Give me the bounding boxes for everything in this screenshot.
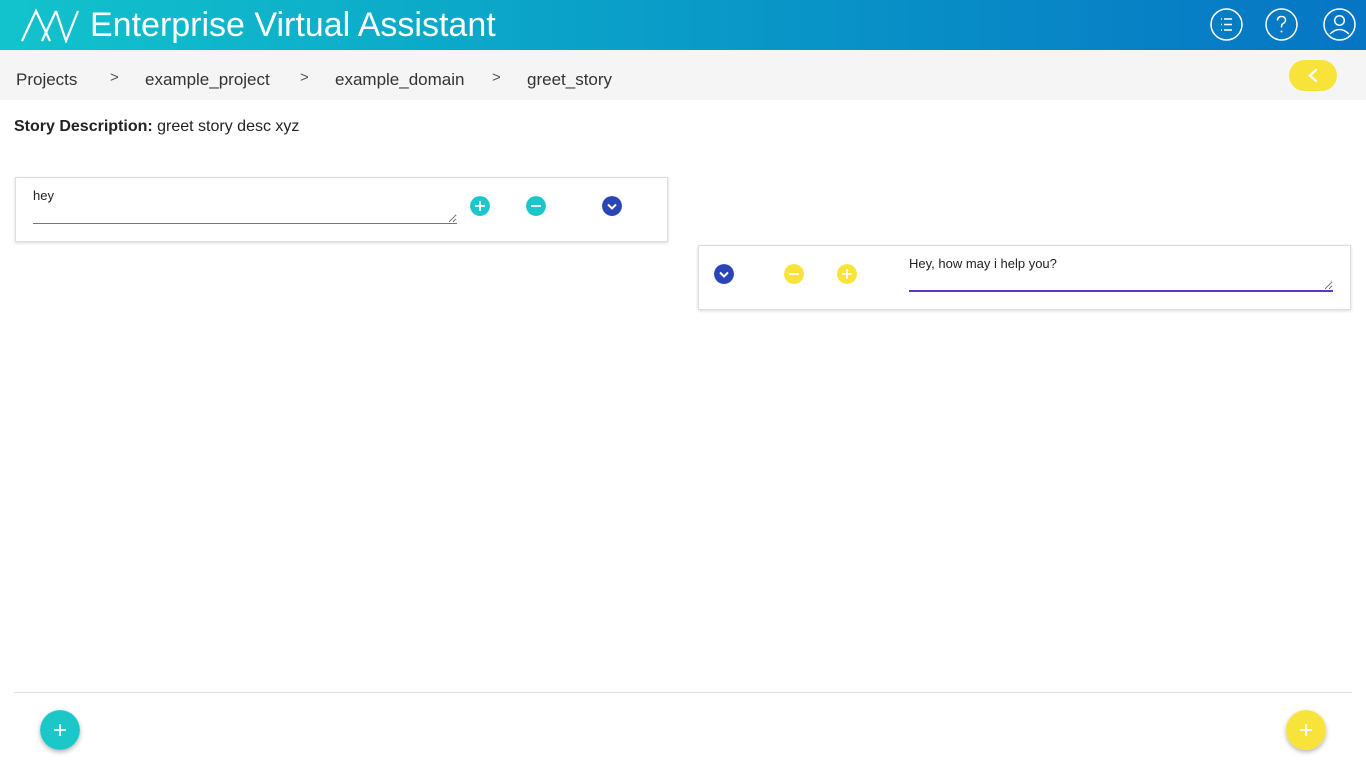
breadcrumb-story: greet_story [527, 70, 613, 89]
app-header: Enterprise Virtual Assistant [0, 0, 1366, 50]
breadcrumb-separator: > [110, 69, 119, 86]
back-button[interactable] [1289, 60, 1337, 91]
app-title: Enterprise Virtual Assistant [90, 6, 496, 44]
list-icon[interactable] [1210, 8, 1243, 41]
user-utterance-card: hey [15, 177, 668, 242]
story-description: Story Description: greet story desc xyz [14, 118, 299, 136]
add-bot-response-button[interactable] [1286, 710, 1326, 750]
chevron-down-icon[interactable] [714, 264, 734, 284]
minus-circle-icon[interactable] [526, 196, 546, 216]
breadcrumb-project[interactable]: example_project [145, 70, 270, 90]
story-description-label: Story Description: [14, 118, 153, 135]
breadcrumb-separator: > [300, 69, 309, 86]
help-icon[interactable] [1265, 8, 1298, 41]
footer-divider [14, 692, 1352, 693]
breadcrumb: Projects > example_project > example_dom… [0, 50, 1366, 100]
minus-circle-icon[interactable] [784, 264, 804, 284]
plus-circle-icon[interactable] [470, 196, 490, 216]
bot-response-input[interactable]: Hey, how may i help you? [909, 256, 1333, 292]
user-icon[interactable] [1323, 8, 1356, 41]
breadcrumb-projects[interactable]: Projects [16, 70, 77, 90]
av-logo-icon [21, 8, 80, 43]
bot-response-card: Hey, how may i help you? [698, 245, 1351, 310]
breadcrumb-separator: > [492, 69, 501, 86]
plus-circle-icon[interactable] [837, 264, 857, 284]
add-user-utterance-button[interactable] [40, 710, 80, 750]
user-utterance-input[interactable]: hey [33, 188, 457, 224]
story-description-value: greet story desc xyz [157, 118, 300, 135]
chevron-left-icon [1308, 68, 1318, 83]
breadcrumb-domain[interactable]: example_domain [335, 70, 464, 90]
chevron-down-icon[interactable] [602, 196, 622, 216]
